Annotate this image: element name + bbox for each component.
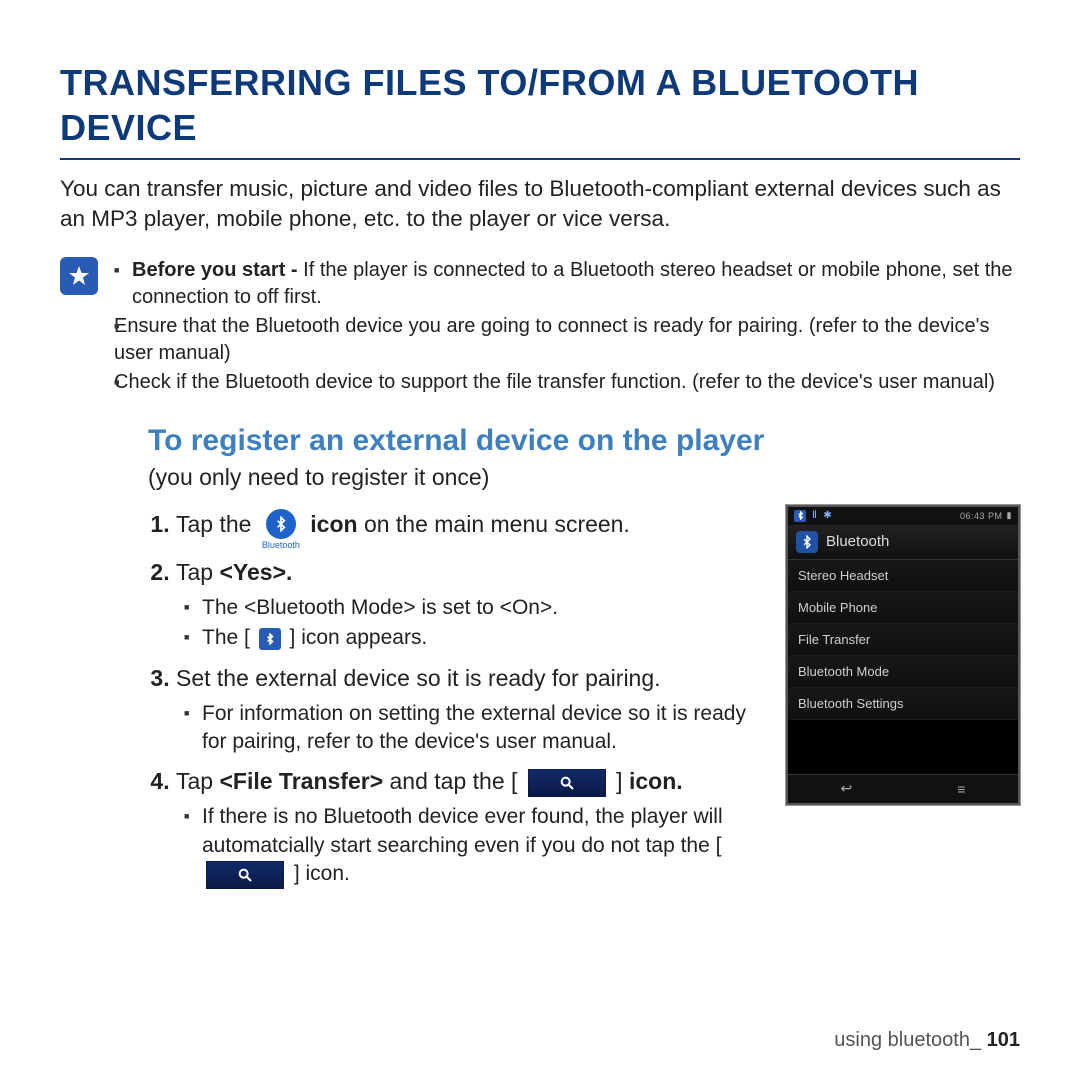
device-menu-item[interactable]: Bluetooth Mode — [788, 656, 1018, 688]
step-4-bold1: <File Transfer> — [219, 768, 383, 794]
body-columns: Tap the Bluetooth icon on the main menu … — [60, 505, 1020, 899]
status-time: 06:43 PM — [960, 511, 1003, 521]
section-subtitle: To register an external device on the pl… — [148, 424, 1020, 458]
device-status-bar: Ⅱ ✱ 06:43 PM ▮ — [788, 507, 1018, 525]
device-bottom-bar: ↩ ≡ — [788, 774, 1018, 803]
step-2-pre: Tap — [176, 559, 219, 585]
device-menu-item[interactable]: Stereo Headset — [788, 560, 1018, 592]
back-icon[interactable]: ↩ — [841, 780, 853, 797]
register-once-note: (you only need to register it once) — [148, 464, 1020, 491]
device-menu-item[interactable]: Mobile Phone — [788, 592, 1018, 624]
bluetooth-app-icon: Bluetooth — [262, 509, 300, 551]
device-header-label: Bluetooth — [826, 533, 889, 550]
note-bullet: Before you start - If the player is conn… — [114, 257, 1020, 311]
status-bt-indicator-icon: ✱ — [823, 510, 832, 521]
device-menu-item[interactable]: File Transfer — [788, 624, 1018, 656]
sub-bullet: The [ ] icon appears. — [184, 624, 762, 652]
bluetooth-icon — [796, 531, 818, 553]
sub-bullet: For information on setting the external … — [184, 700, 762, 757]
step-2: Tap <Yes>. The <Bluetooth Mode> is set t… — [176, 557, 762, 653]
step-1: Tap the Bluetooth icon on the main menu … — [176, 505, 762, 547]
step-2-bold: <Yes>. — [219, 559, 292, 585]
step-4-pre: Tap — [176, 768, 219, 794]
steps-column: Tap the Bluetooth icon on the main menu … — [148, 505, 762, 899]
step-4-bold2: icon. — [629, 768, 683, 794]
step-1-post: on the main menu screen. — [364, 511, 630, 537]
page-title: TRANSFERRING FILES TO/FROM A BLUETOOTH D… — [60, 60, 1020, 160]
step-4-post: ] — [610, 768, 629, 794]
sub-bullet: If there is no Bluetooth device ever fou… — [184, 803, 762, 888]
bluetooth-chip-label: Bluetooth — [262, 539, 300, 551]
status-bluetooth-icon — [794, 510, 806, 522]
note-bullet: Ensure that the Bluetooth device you are… — [114, 313, 1020, 367]
device-screenshot: Ⅱ ✱ 06:43 PM ▮ Bluetooth Stereo HeadsetM… — [786, 505, 1020, 805]
sub-bullet: The <Bluetooth Mode> is set to <On>. — [184, 594, 762, 622]
footer-section: using bluetooth_ — [834, 1029, 986, 1051]
device-menu: Stereo HeadsetMobile PhoneFile TransferB… — [788, 560, 1018, 774]
intro-text: You can transfer music, picture and vide… — [60, 174, 1020, 235]
status-pause-icon: Ⅱ — [812, 510, 817, 521]
manual-page: TRANSFERRING FILES TO/FROM A BLUETOOTH D… — [0, 0, 1080, 1080]
device-menu-item[interactable]: Bluetooth Settings — [788, 688, 1018, 720]
step-4-mid: and tap the [ — [383, 768, 524, 794]
menu-icon[interactable]: ≡ — [957, 781, 965, 797]
note-bullet: Check if the Bluetooth device to support… — [114, 369, 1020, 396]
device-header: Bluetooth — [788, 525, 1018, 560]
note-text: Before you start - If the player is conn… — [114, 257, 1020, 398]
step-4: Tap <File Transfer> and tap the [ ] icon… — [176, 766, 762, 888]
step-3: Set the external device so it is ready f… — [176, 663, 762, 757]
step-1-pre: Tap the — [176, 511, 258, 537]
star-note-icon — [60, 257, 98, 295]
search-icon — [528, 769, 606, 797]
step-1-icon-word: icon — [310, 511, 357, 537]
step-3-text: Set the external device so it is ready f… — [176, 665, 661, 691]
bluetooth-status-icon — [259, 628, 281, 650]
page-footer: using bluetooth_ 101 — [834, 1029, 1020, 1052]
note-block: Before you start - If the player is conn… — [60, 257, 1020, 398]
search-icon — [206, 861, 284, 889]
status-battery-icon: ▮ — [1007, 510, 1012, 521]
footer-page-number: 101 — [987, 1029, 1020, 1051]
